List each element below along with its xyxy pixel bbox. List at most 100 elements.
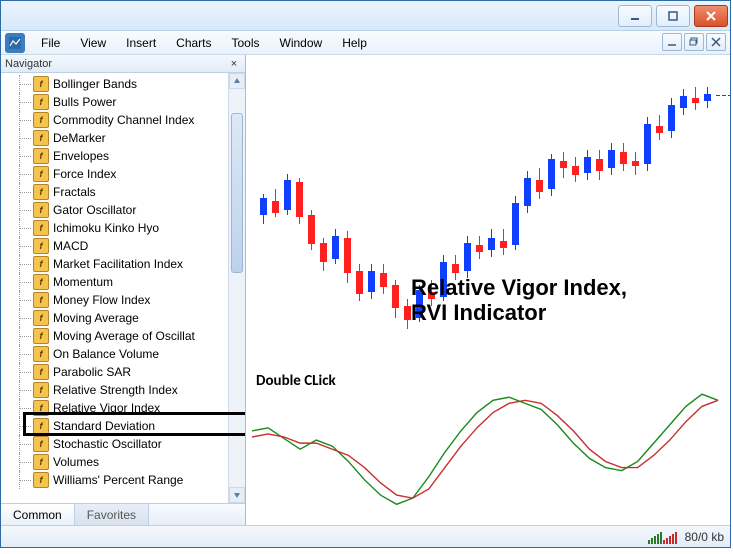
indicator-item[interactable]: fBulls Power xyxy=(11,93,228,111)
indicator-label: Envelopes xyxy=(52,149,109,163)
indicator-item[interactable]: fMomentum xyxy=(11,273,228,291)
indicator-label: Bulls Power xyxy=(52,95,116,109)
indicator-label: Force Index xyxy=(52,167,116,181)
scroll-thumb[interactable] xyxy=(231,113,243,273)
indicator-item[interactable]: fParabolic SAR xyxy=(11,363,228,381)
indicator-icon: f xyxy=(33,238,49,254)
indicator-item[interactable]: fDeMarker xyxy=(11,129,228,147)
indicator-label: Bollinger Bands xyxy=(52,77,137,91)
indicator-label: Gator Oscillator xyxy=(52,203,136,217)
navigator-header: Navigator × xyxy=(1,55,245,73)
indicator-label: Moving Average xyxy=(52,311,139,325)
navigator-tab-common[interactable]: Common xyxy=(1,504,75,525)
indicator-icon: f xyxy=(33,184,49,200)
indicator-item[interactable]: fCommodity Channel Index xyxy=(11,111,228,129)
indicator-label: Relative Vigor Index xyxy=(52,401,160,415)
indicator-icon: f xyxy=(33,346,49,362)
indicator-label: Momentum xyxy=(52,275,113,289)
indicator-label: Stochastic Oscillator xyxy=(52,437,162,451)
navigator-close-button[interactable]: × xyxy=(227,57,241,71)
mdi-restore-button[interactable] xyxy=(684,33,704,51)
indicator-icon: f xyxy=(33,454,49,470)
maximize-button[interactable] xyxy=(656,5,690,27)
indicator-icon: f xyxy=(33,112,49,128)
indicator-icon: f xyxy=(33,436,49,452)
indicator-item[interactable]: fMACD xyxy=(11,237,228,255)
indicator-item[interactable]: fBollinger Bands xyxy=(11,75,228,93)
mdi-minimize-button[interactable] xyxy=(662,33,682,51)
scroll-up-button[interactable] xyxy=(229,73,245,89)
close-button[interactable] xyxy=(694,5,728,27)
indicator-icon: f xyxy=(33,310,49,326)
chart-area[interactable]: Relative Vigor Index, RVI Indicator Doub… xyxy=(246,55,730,525)
indicator-label: On Balance Volume xyxy=(52,347,159,361)
indicator-icon: f xyxy=(33,382,49,398)
indicator-icon: f xyxy=(33,472,49,488)
indicator-icon: f xyxy=(33,400,49,416)
indicator-item[interactable]: fRelative Vigor Index xyxy=(11,399,228,417)
indicator-icon: f xyxy=(33,130,49,146)
indicator-label: Volumes xyxy=(52,455,99,469)
mdi-close-button[interactable] xyxy=(706,33,726,51)
indicator-label: Relative Strength Index xyxy=(52,383,178,397)
navigator-title: Navigator xyxy=(5,58,52,70)
indicator-item[interactable]: fRelative Strength Index xyxy=(11,381,228,399)
indicator-item[interactable]: fVolumes xyxy=(11,453,228,471)
menu-window[interactable]: Window xyxy=(270,33,333,53)
indicator-label: Ichimoku Kinko Hyo xyxy=(52,221,159,235)
indicator-label: DeMarker xyxy=(52,131,106,145)
indicator-tree[interactable]: fBollinger BandsfBulls PowerfCommodity C… xyxy=(1,73,228,503)
indicator-icon: f xyxy=(33,202,49,218)
indicator-label: Standard Deviation xyxy=(52,419,155,433)
scroll-down-button[interactable] xyxy=(229,487,245,503)
indicator-icon: f xyxy=(33,274,49,290)
menu-bar: File View Insert Charts Tools Window Hel… xyxy=(1,31,730,55)
indicator-item[interactable]: fWilliams' Percent Range xyxy=(11,471,228,489)
indicator-item[interactable]: fMoving Average xyxy=(11,309,228,327)
menu-charts[interactable]: Charts xyxy=(166,33,221,53)
indicator-icon: f xyxy=(33,166,49,182)
indicator-label: Fractals xyxy=(52,185,96,199)
connection-signal-icon xyxy=(648,530,677,544)
indicator-item[interactable]: fMarket Facilitation Index xyxy=(11,255,228,273)
indicator-item[interactable]: fMoney Flow Index xyxy=(11,291,228,309)
chart-annotation-title: Relative Vigor Index, RVI Indicator xyxy=(411,275,627,326)
app-icon xyxy=(5,33,25,53)
indicator-label: Williams' Percent Range xyxy=(52,473,183,487)
indicator-item[interactable]: fStochastic Oscillator xyxy=(11,435,228,453)
indicator-item[interactable]: fForce Index xyxy=(11,165,228,183)
indicator-icon: f xyxy=(33,256,49,272)
indicator-label: Market Facilitation Index xyxy=(52,257,183,271)
navigator-pane: Navigator × fBollinger BandsfBulls Power… xyxy=(1,55,246,525)
menu-view[interactable]: View xyxy=(70,33,116,53)
app-window: File View Insert Charts Tools Window Hel… xyxy=(0,0,731,548)
indicator-icon: f xyxy=(33,418,49,434)
indicator-item[interactable]: fGator Oscillator xyxy=(11,201,228,219)
indicator-label: MACD xyxy=(52,239,88,253)
indicator-item[interactable]: fFractals xyxy=(11,183,228,201)
title-bar xyxy=(1,1,730,31)
indicator-label: Money Flow Index xyxy=(52,293,150,307)
minimize-button[interactable] xyxy=(618,5,652,27)
status-traffic: 80/0 kb xyxy=(685,530,724,544)
indicator-label: Moving Average of Oscillat xyxy=(52,329,195,343)
indicator-icon: f xyxy=(33,76,49,92)
indicator-item[interactable]: fEnvelopes xyxy=(11,147,228,165)
indicator-icon: f xyxy=(33,220,49,236)
indicator-item[interactable]: fOn Balance Volume xyxy=(11,345,228,363)
status-bar: 80/0 kb xyxy=(1,525,730,547)
menu-file[interactable]: File xyxy=(31,33,70,53)
chart-annotation-line1: Relative Vigor Index, xyxy=(411,275,627,300)
indicator-item[interactable]: fIchimoku Kinko Hyo xyxy=(11,219,228,237)
indicator-icon: f xyxy=(33,148,49,164)
menu-insert[interactable]: Insert xyxy=(116,33,166,53)
indicator-icon: f xyxy=(33,292,49,308)
indicator-icon: f xyxy=(33,94,49,110)
navigator-scrollbar[interactable] xyxy=(228,73,245,503)
indicator-item[interactable]: fMoving Average of Oscillat xyxy=(11,327,228,345)
indicator-item[interactable]: fStandard Deviation xyxy=(11,417,228,435)
menu-tools[interactable]: Tools xyxy=(222,33,270,53)
navigator-tab-favorites[interactable]: Favorites xyxy=(75,504,149,525)
indicator-label: Commodity Channel Index xyxy=(52,113,194,127)
menu-help[interactable]: Help xyxy=(332,33,377,53)
